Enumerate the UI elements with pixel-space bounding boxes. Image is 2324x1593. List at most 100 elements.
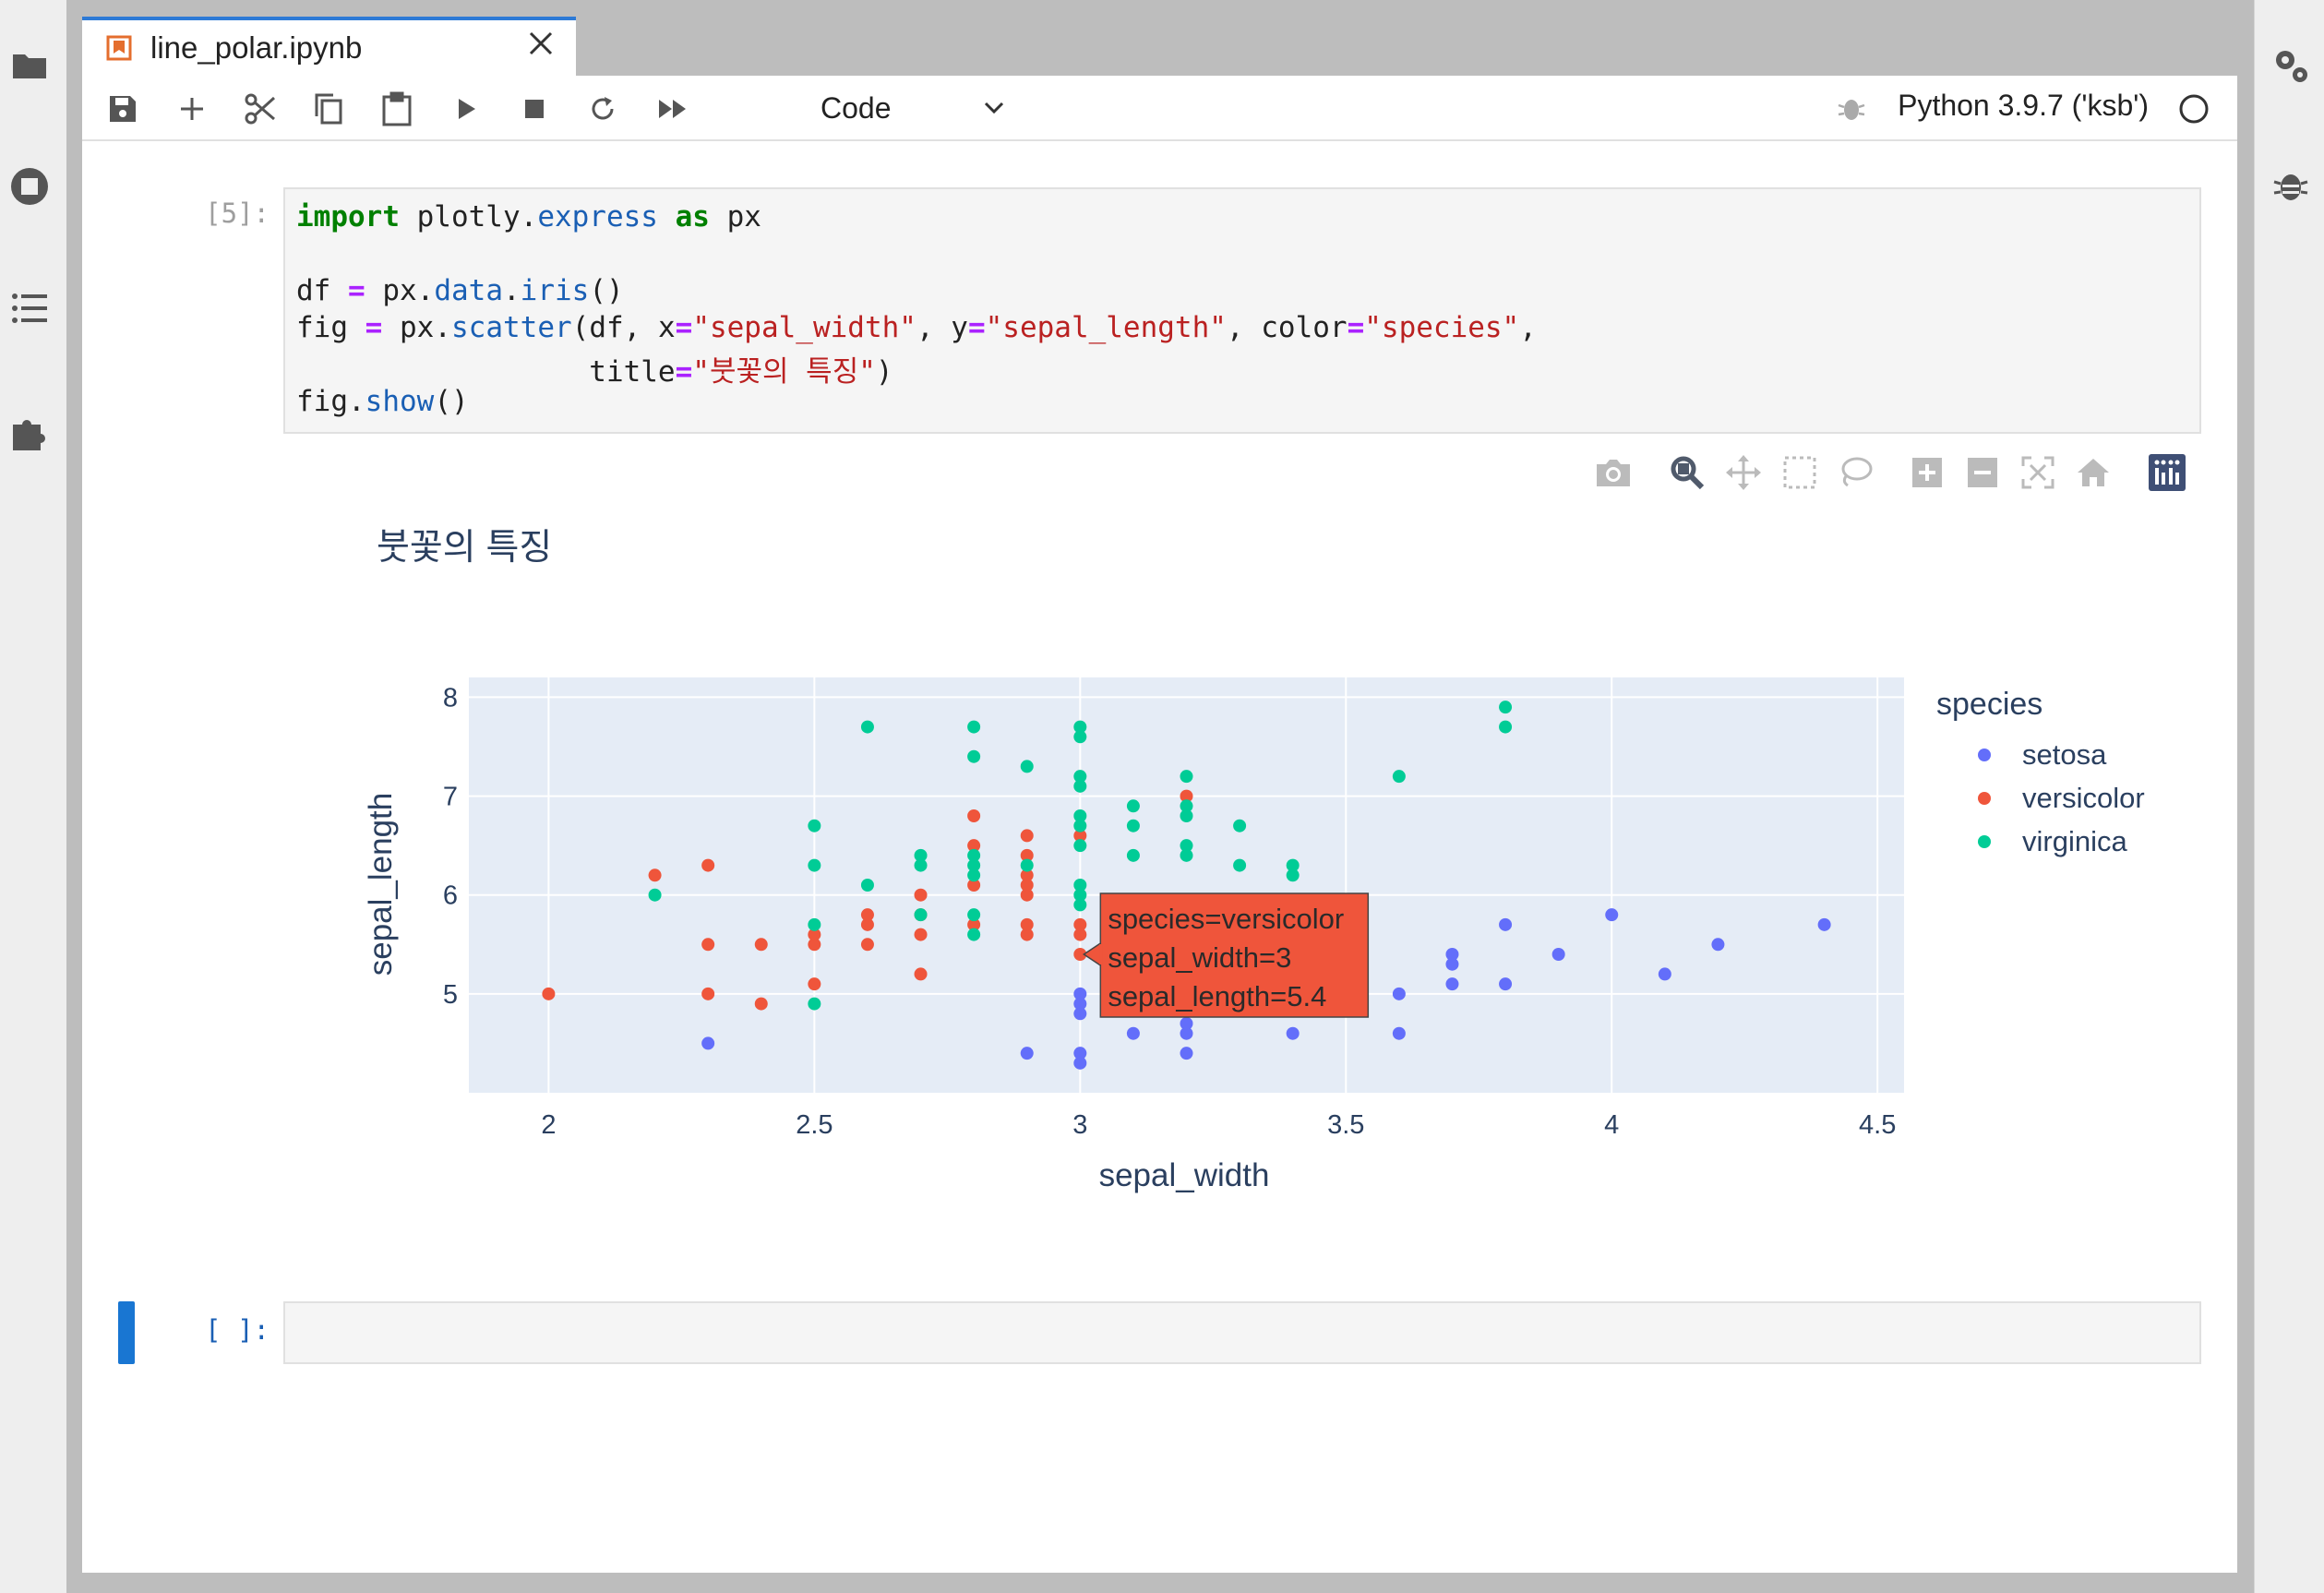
legend-item-versicolor[interactable]: versicolor — [1978, 780, 2145, 817]
y-tick-label: 5 — [443, 980, 458, 1010]
x-tick-label: 4.5 — [1859, 1110, 1896, 1140]
point-versicolor[interactable] — [648, 868, 662, 882]
point-virginica[interactable] — [1126, 848, 1140, 862]
point-virginica[interactable] — [967, 848, 981, 862]
point-setosa[interactable] — [1445, 977, 1459, 991]
hover-tooltip: species=versicolor sepal_width=3 sepal_len… — [1082, 892, 1370, 1018]
y-tick-label: 8 — [443, 683, 458, 713]
point-virginica[interactable] — [914, 848, 928, 862]
point-setosa[interactable] — [1180, 1047, 1193, 1060]
point-virginica[interactable] — [860, 879, 874, 892]
point-versicolor[interactable] — [914, 888, 928, 902]
point-versicolor[interactable] — [914, 928, 928, 941]
point-setosa[interactable] — [1392, 1026, 1406, 1040]
legend-marker — [1978, 835, 1991, 848]
point-versicolor[interactable] — [914, 967, 928, 981]
legend-title: species — [1936, 687, 2043, 722]
point-virginica[interactable] — [1073, 720, 1087, 734]
point-versicolor[interactable] — [1020, 829, 1034, 843]
tooltip-joint — [1099, 944, 1103, 964]
point-virginica[interactable] — [808, 997, 821, 1011]
point-setosa[interactable] — [1073, 1047, 1087, 1060]
point-virginica[interactable] — [1233, 819, 1247, 832]
y-tick-label: 7 — [443, 783, 458, 812]
point-setosa[interactable] — [1499, 917, 1513, 931]
point-setosa[interactable] — [1180, 1017, 1193, 1030]
x-tick-label: 3.5 — [1327, 1110, 1364, 1140]
point-versicolor[interactable] — [808, 977, 821, 991]
point-setosa[interactable] — [1817, 917, 1831, 931]
x-tick-label: 3 — [1072, 1110, 1087, 1140]
point-setosa[interactable] — [1499, 977, 1513, 991]
point-virginica[interactable] — [1286, 858, 1300, 872]
point-versicolor[interactable] — [701, 938, 715, 952]
point-versicolor[interactable] — [754, 938, 768, 952]
point-versicolor[interactable] — [1020, 917, 1034, 931]
point-virginica[interactable] — [1073, 839, 1087, 853]
point-versicolor[interactable] — [701, 858, 715, 872]
point-virginica[interactable] — [860, 720, 874, 734]
point-versicolor[interactable] — [754, 997, 768, 1011]
legend-item-setosa[interactable]: setosa — [1978, 737, 2106, 773]
point-virginica[interactable] — [648, 888, 662, 902]
cell-prompt-empty: [ ]: — [205, 1314, 270, 1346]
point-virginica[interactable] — [808, 917, 821, 931]
active-cell-indicator — [118, 1301, 135, 1364]
point-setosa[interactable] — [701, 1036, 715, 1050]
tooltip-line: sepal_length=5.4 — [1108, 980, 1326, 1012]
point-virginica[interactable] — [808, 819, 821, 832]
point-virginica[interactable] — [808, 858, 821, 872]
point-virginica[interactable] — [1180, 839, 1193, 853]
point-setosa[interactable] — [1551, 948, 1565, 961]
x-tick-label: 4 — [1604, 1110, 1619, 1140]
point-virginica[interactable] — [967, 908, 981, 922]
point-setosa[interactable] — [1392, 987, 1406, 1000]
point-virginica[interactable] — [1126, 799, 1140, 813]
point-virginica[interactable] — [1499, 720, 1513, 734]
legend-item-virginica[interactable]: virginica — [1978, 823, 2127, 860]
point-virginica[interactable] — [1020, 858, 1034, 872]
legend-marker — [1978, 792, 1991, 805]
legend-label: setosa — [2022, 738, 2107, 771]
point-virginica[interactable] — [1392, 770, 1406, 784]
point-virginica[interactable] — [1020, 760, 1034, 773]
tooltip-line: species=versicolor — [1108, 903, 1344, 935]
legend-marker — [1978, 749, 1991, 761]
point-setosa[interactable] — [1073, 987, 1087, 1000]
point-versicolor[interactable] — [860, 938, 874, 952]
legend-label: virginica — [2022, 825, 2127, 857]
point-virginica[interactable] — [1233, 858, 1247, 872]
x-tick-label: 2.5 — [796, 1110, 833, 1140]
x-axis-label: sepal_width — [1099, 1157, 1270, 1193]
point-virginica[interactable] — [967, 928, 981, 941]
empty-code-cell[interactable] — [283, 1301, 2201, 1364]
point-virginica[interactable] — [1126, 819, 1140, 832]
point-versicolor[interactable] — [860, 908, 874, 922]
point-virginica[interactable] — [1073, 879, 1087, 892]
point-virginica[interactable] — [1073, 809, 1087, 822]
point-setosa[interactable] — [1286, 1026, 1300, 1040]
point-setosa[interactable] — [1605, 908, 1619, 922]
tooltip-line: sepal_width=3 — [1108, 941, 1291, 974]
x-tick-label: 2 — [541, 1110, 556, 1140]
legend-label: versicolor — [2022, 782, 2145, 814]
point-versicolor[interactable] — [1073, 917, 1087, 931]
point-setosa[interactable] — [1711, 938, 1725, 952]
point-setosa[interactable] — [1445, 948, 1459, 961]
point-setosa[interactable] — [1658, 967, 1671, 981]
point-versicolor[interactable] — [542, 987, 556, 1000]
point-versicolor[interactable] — [701, 987, 715, 1000]
point-virginica[interactable] — [1180, 799, 1193, 813]
point-versicolor[interactable] — [967, 809, 981, 822]
point-virginica[interactable] — [967, 720, 981, 734]
y-tick-label: 6 — [443, 881, 458, 911]
point-virginica[interactable] — [1073, 770, 1087, 784]
point-virginica[interactable] — [967, 749, 981, 763]
chart-title: 붓꽃의 특징 — [377, 528, 552, 568]
point-virginica[interactable] — [1180, 770, 1193, 784]
y-axis-label: sepal_length — [363, 793, 399, 976]
point-setosa[interactable] — [1020, 1047, 1034, 1060]
point-virginica[interactable] — [1499, 701, 1513, 714]
point-setosa[interactable] — [1126, 1026, 1140, 1040]
point-virginica[interactable] — [914, 908, 928, 922]
